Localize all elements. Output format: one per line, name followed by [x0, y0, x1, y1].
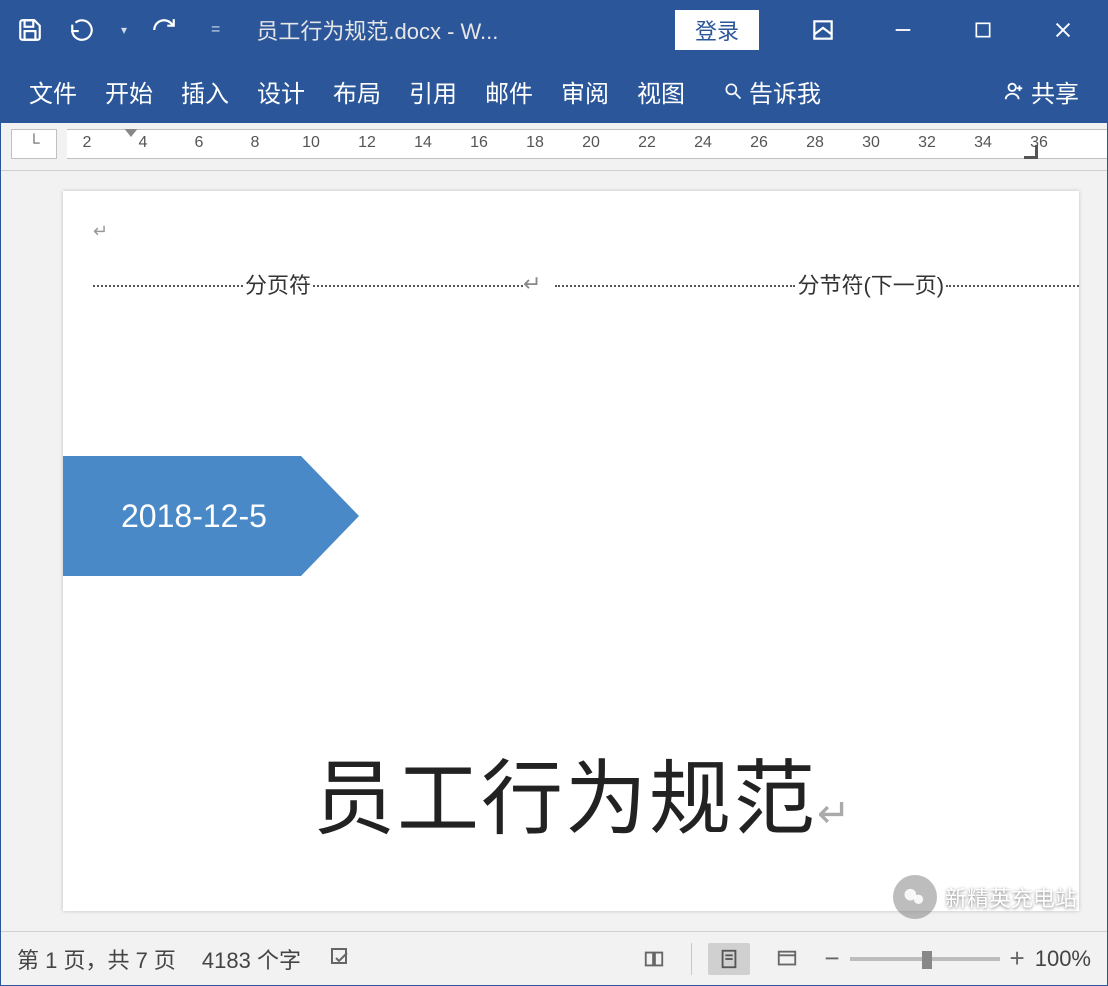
ruler-number: 2	[83, 134, 92, 152]
read-mode-icon[interactable]	[633, 943, 675, 975]
tab-home[interactable]: 开始	[105, 74, 153, 109]
minimize-icon[interactable]	[887, 14, 919, 46]
ruler-number: 8	[251, 134, 260, 152]
break-indicator-line: 分页符 ↵ 分节符(下一页)	[93, 272, 1079, 296]
save-icon[interactable]	[17, 17, 43, 43]
tab-references[interactable]: 引用	[409, 74, 457, 109]
word-count-status[interactable]: 4183 个字	[202, 943, 301, 975]
close-icon[interactable]	[1047, 14, 1079, 46]
paragraph-mark-icon: ↵	[93, 221, 1079, 242]
ribbon-tabs: 文件 开始 插入 设计 布局 引用 邮件 审阅 视图 告诉我 共享	[1, 59, 1107, 123]
tab-insert[interactable]: 插入	[181, 74, 229, 109]
section-break-label: 分节符(下一页)	[795, 268, 946, 300]
tab-selector[interactable]: └	[11, 129, 57, 159]
ruler-number: 26	[750, 134, 768, 152]
maximize-icon[interactable]	[967, 14, 999, 46]
zoom-out-icon[interactable]: −	[824, 943, 839, 974]
title-text-content: 员工行为规范	[313, 754, 817, 845]
window-title: 员工行为规范.docx - W...	[220, 14, 675, 46]
print-layout-icon[interactable]	[708, 943, 750, 975]
quick-access-toolbar: ▾ =	[17, 17, 220, 43]
zoom-thumb[interactable]	[922, 951, 932, 969]
page-break-label: 分页符	[243, 268, 313, 300]
web-layout-icon[interactable]	[766, 943, 808, 975]
wechat-icon	[893, 875, 937, 919]
horizontal-ruler[interactable]: 24681012141618202224262830323436	[67, 129, 1107, 159]
arrow-point-icon	[301, 456, 359, 576]
share-person-icon	[1003, 80, 1025, 102]
document-area[interactable]: ↵ 分页符 ↵ 分节符(下一页) 2018-12-5 员工行为规范↵ 新精英充电…	[1, 171, 1107, 931]
status-bar: 第 1 页，共 7 页 4183 个字 − + 100%	[1, 931, 1107, 985]
ruler-number: 36	[1030, 134, 1048, 152]
qat-customize-icon[interactable]: =	[211, 21, 220, 39]
date-text: 2018-12-5	[121, 498, 267, 535]
tell-me-search[interactable]: 告诉我	[723, 74, 821, 109]
ruler-number: 4	[139, 134, 148, 152]
ruler-number: 16	[470, 134, 488, 152]
tab-view[interactable]: 视图	[637, 74, 685, 109]
ribbon-options-icon[interactable]	[807, 14, 839, 46]
ruler-area: └ 24681012141618202224262830323436	[1, 123, 1107, 171]
ruler-number: 24	[694, 134, 712, 152]
search-icon	[723, 81, 743, 101]
ruler-number: 34	[974, 134, 992, 152]
ruler-number: 6	[195, 134, 204, 152]
zoom-slider[interactable]	[850, 957, 1000, 961]
ruler-number: 12	[358, 134, 376, 152]
ruler-number: 30	[862, 134, 880, 152]
tell-me-label: 告诉我	[749, 74, 821, 109]
spelling-status-icon[interactable]	[327, 944, 355, 974]
zoom-in-icon[interactable]: +	[1010, 943, 1025, 974]
undo-dropdown-icon[interactable]: ▾	[121, 23, 127, 37]
page-number-status[interactable]: 第 1 页，共 7 页	[17, 943, 176, 975]
date-arrow-shape[interactable]: 2018-12-5	[63, 456, 1049, 576]
document-title-text[interactable]: 员工行为规范↵	[313, 732, 853, 851]
ruler-number: 28	[806, 134, 824, 152]
share-button[interactable]: 共享	[1003, 74, 1079, 109]
tab-design[interactable]: 设计	[257, 74, 305, 109]
document-page[interactable]: ↵ 分页符 ↵ 分节符(下一页) 2018-12-5 员工行为规范↵	[63, 191, 1079, 911]
login-button[interactable]: 登录	[675, 10, 759, 50]
zoom-percent[interactable]: 100%	[1035, 946, 1091, 972]
window-controls	[807, 14, 1079, 46]
tab-mailings[interactable]: 邮件	[485, 74, 533, 109]
share-label: 共享	[1031, 74, 1079, 109]
channel-watermark: 新精英充电站	[893, 875, 1077, 919]
tab-file[interactable]: 文件	[29, 74, 77, 109]
view-separator	[691, 943, 692, 975]
watermark-label: 新精英充电站	[945, 881, 1077, 913]
first-line-indent-icon[interactable]	[123, 129, 139, 137]
undo-icon[interactable]	[67, 17, 97, 43]
title-bar: ▾ = 员工行为规范.docx - W... 登录	[1, 1, 1107, 59]
zoom-controls: − + 100%	[824, 943, 1091, 974]
ruler-number: 18	[526, 134, 544, 152]
ruler-number: 22	[638, 134, 656, 152]
tab-review[interactable]: 审阅	[561, 74, 609, 109]
redo-icon[interactable]	[151, 17, 177, 43]
ruler-number: 32	[918, 134, 936, 152]
view-controls: − + 100%	[633, 943, 1091, 975]
ruler-number: 14	[414, 134, 432, 152]
ruler-number: 10	[302, 134, 320, 152]
ruler-number: 20	[582, 134, 600, 152]
tab-layout[interactable]: 布局	[333, 74, 381, 109]
